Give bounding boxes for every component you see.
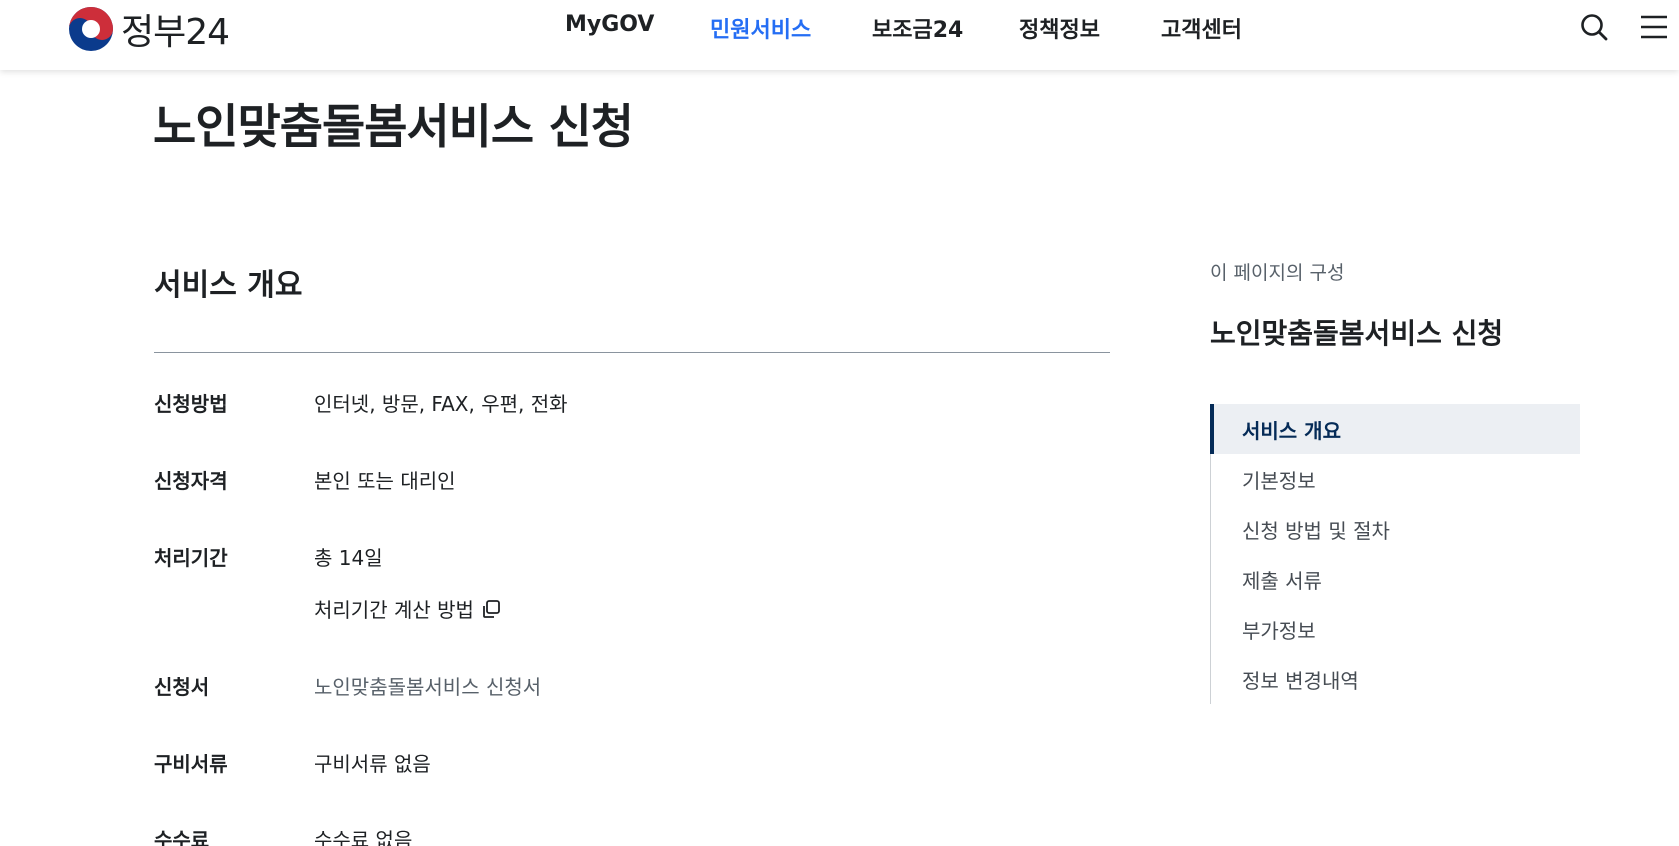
toc-title: 노인맞춤돌봄서비스 신청 <box>1210 317 1504 350</box>
row-value-text: 총 14일 <box>314 546 383 570</box>
row-label-processing-period: 처리기간 <box>154 546 228 570</box>
search-icon[interactable] <box>1578 11 1610 43</box>
toc-item-service-overview[interactable]: 서비스 개요 <box>1210 404 1580 454</box>
global-nav: MyGOV 민원서비스 보조금24 정책정보 고객센터 <box>0 12 1679 44</box>
site-header: 정부24 MyGOV 민원서비스 보조금24 정책정보 고객센터 <box>0 0 1679 70</box>
row-value-apply-method: 인터넷, 방문, FAX, 우편, 전화 <box>314 388 568 417</box>
row-value-text: 인터넷, 방문, FAX, 우편, 전화 <box>314 392 568 416</box>
row-value-text: 본인 또는 대리인 <box>314 469 456 493</box>
row-label-eligibility: 신청자격 <box>154 469 228 493</box>
toc-item-basic-info[interactable]: 기본정보 <box>1211 454 1581 504</box>
toc-item-apply-procedure[interactable]: 신청 방법 및 절차 <box>1211 504 1581 554</box>
toc-list: 서비스 개요 기본정보 신청 방법 및 절차 제출 서류 부가정보 정보 변경내… <box>1210 404 1580 704</box>
row-value-required-documents: 구비서류 없음 <box>314 748 431 777</box>
row-value-processing-period: 총 14일 <box>314 542 383 571</box>
row-value-text: 수수료 없음 <box>314 828 413 846</box>
processing-period-calc-label: 처리기간 계산 방법 <box>314 598 474 622</box>
row-label-required-documents: 구비서류 <box>154 752 228 776</box>
row-label-fee: 수수료 <box>154 828 210 846</box>
toc-item-additional-info[interactable]: 부가정보 <box>1211 604 1581 654</box>
application-form-link[interactable]: 노인맞춤돌봄서비스 신청서 <box>314 671 541 700</box>
nav-item-mygov[interactable]: MyGOV <box>565 12 654 37</box>
row-value-text: 구비서류 없음 <box>314 752 431 776</box>
section-title-overview: 서비스 개요 <box>154 268 303 303</box>
row-value-eligibility: 본인 또는 대리인 <box>314 465 456 494</box>
row-label-application-form: 신청서 <box>154 675 210 699</box>
toc-caption: 이 페이지의 구성 <box>1210 262 1345 284</box>
nav-item-policy-info[interactable]: 정책정보 <box>1019 12 1100 44</box>
row-label-apply-method: 신청방법 <box>154 392 228 416</box>
menu-icon[interactable] <box>1637 11 1669 43</box>
copy-icon <box>483 599 500 618</box>
nav-item-subsidy24[interactable]: 보조금24 <box>872 12 963 44</box>
toc-item-change-history[interactable]: 정보 변경내역 <box>1211 654 1581 704</box>
nav-item-customer-center[interactable]: 고객센터 <box>1161 12 1242 44</box>
page-title: 노인맞춤돌봄서비스 신청 <box>153 100 634 155</box>
toc-item-submit-documents[interactable]: 제출 서류 <box>1211 554 1581 604</box>
nav-item-civil-services[interactable]: 민원서비스 <box>710 12 811 44</box>
row-value-text: 노인맞춤돌봄서비스 신청서 <box>314 675 542 699</box>
section-divider <box>154 352 1110 353</box>
row-value-fee: 수수료 없음 <box>314 824 412 846</box>
processing-period-calc-link[interactable]: 처리기간 계산 방법 <box>314 594 502 623</box>
